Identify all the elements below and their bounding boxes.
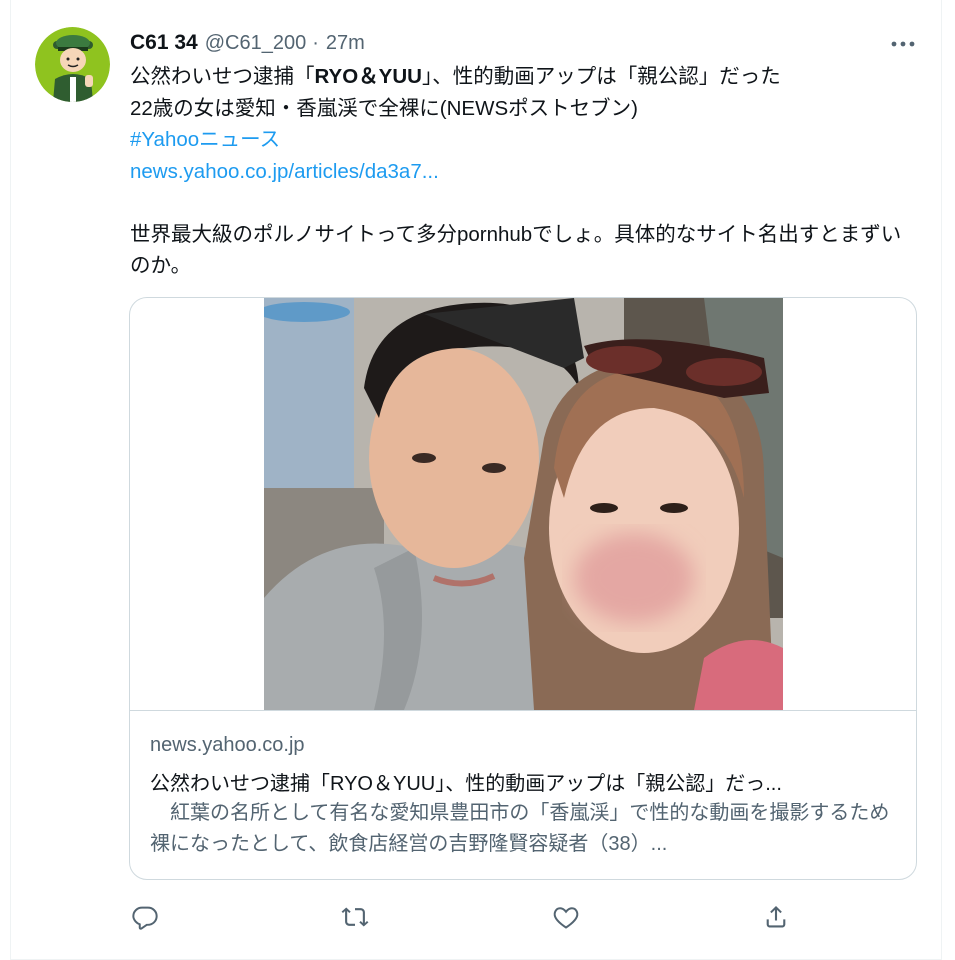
- timestamp[interactable]: 27m: [326, 32, 365, 55]
- more-icon: [891, 41, 915, 47]
- like-icon: [553, 907, 579, 929]
- tweet-line-1-post: 」、性的動画アップは「親公認」だった: [421, 65, 781, 88]
- author-handle[interactable]: @C61_200: [205, 32, 306, 55]
- hashtag-link[interactable]: #Yahooニュース: [130, 124, 920, 156]
- card-divider: [130, 710, 916, 711]
- tweet-line-1-bold: RYO＆YUU: [314, 65, 422, 88]
- share-icon: [766, 906, 786, 928]
- police-officer-avatar-icon: [35, 27, 110, 102]
- retweet-button[interactable]: [341, 903, 369, 931]
- tweet-comment: 世界最大級のポルノサイトって多分pornhubでしょ。具体的なサイト名出すとまず…: [130, 222, 902, 278]
- separator: ·: [312, 31, 319, 54]
- reply-button[interactable]: [131, 903, 159, 931]
- tweet-line-2: 22歳の女は愛知・香嵐渓で全裸に(NEWSポストセブン): [130, 96, 638, 120]
- like-button[interactable]: [552, 903, 580, 931]
- card-domain: news.yahoo.co.jp: [150, 734, 305, 756]
- link-card[interactable]: news.yahoo.co.jp 公然わいせつ逮捕「RYO＆YUU」、性的動画ア…: [129, 297, 917, 880]
- avatar[interactable]: [35, 27, 110, 102]
- tweet-text: 公然わいせつ逮捕「RYO＆YUU」、性的動画アップは「親公認」だった 22歳の女は…: [130, 61, 920, 282]
- card-description: 紅葉の名所として有名な愛知県豊田市の「香嵐渓」で性的な動画を撮影するため裸になっ…: [150, 802, 890, 855]
- share-button[interactable]: [762, 903, 790, 931]
- article-link[interactable]: news.yahoo.co.jp/articles/da3a7...: [130, 156, 920, 188]
- more-button[interactable]: [888, 34, 918, 54]
- tweet-line-1: 公然わいせつ逮捕「RYO＆YUU」、性的動画アップは「親公認」だった: [130, 61, 920, 93]
- card-image[interactable]: [264, 298, 783, 710]
- card-title: 公然わいせつ逮捕「RYO＆YUU」、性的動画アップは「親公認」だっ...: [150, 773, 782, 795]
- retweet-icon: [341, 907, 369, 927]
- author-name[interactable]: C61 34: [130, 31, 198, 55]
- tweet-actions: [0, 903, 955, 931]
- reply-icon: [132, 906, 158, 930]
- card-photo: [264, 298, 783, 710]
- tweet-header: C61 34 @C61_200 · 27m: [130, 28, 365, 58]
- tweet-line-1-pre: 公然わいせつ逮捕「: [130, 65, 315, 88]
